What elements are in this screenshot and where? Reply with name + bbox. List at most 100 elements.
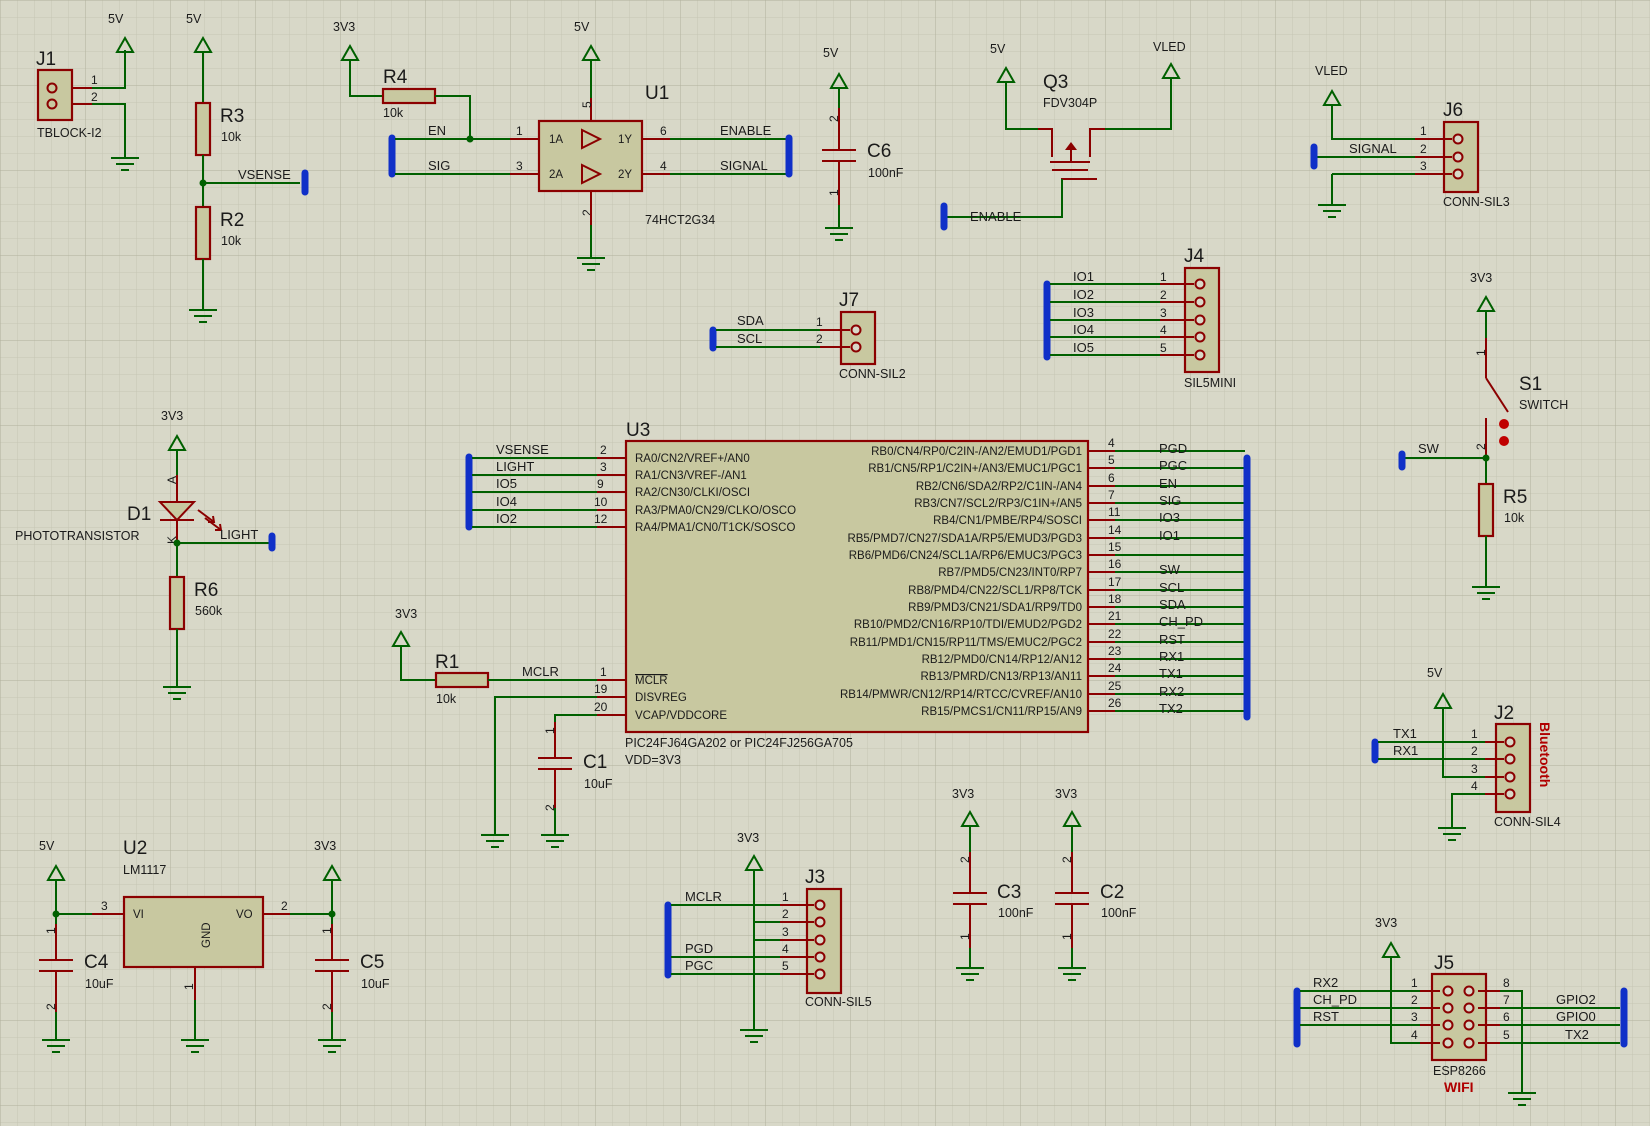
u3-pin-vcap: VCAP/VDDCORE: [635, 710, 727, 722]
u3-ref: U3: [626, 420, 650, 441]
net-chpd-j5: CH_PD: [1313, 992, 1357, 1007]
c5-ref: C5: [360, 952, 384, 973]
u3-pin-rb13: RB13/PMRD/CN13/RP13/AN11: [921, 671, 1083, 683]
net-pgc-j3: PGC: [685, 958, 713, 973]
u3-pin-ra3: RA3/PMA0/CN29/CLKO/OSCO: [635, 505, 796, 517]
u2-pnum-2: 2: [281, 899, 288, 913]
j5-pin-5: 5: [1503, 1028, 1510, 1042]
j4-pin-5: 5: [1160, 341, 1167, 355]
q3-ref: Q3: [1043, 72, 1068, 93]
u3-note: VDD=3V3: [625, 753, 681, 767]
u3-pnum-7: 7: [1108, 488, 1115, 502]
u3-pnum-2: 2: [600, 443, 607, 457]
power-label: 3V3: [333, 20, 355, 34]
u3-pin-rb3: RB3/CN7/SCL2/RP3/C1IN+/AN5: [914, 498, 1082, 510]
r1-value: 10k: [436, 692, 457, 706]
c6-pin-2: 2: [827, 115, 841, 122]
u3-pnum-20: 20: [594, 700, 608, 714]
u2-pnum-3: 3: [101, 899, 108, 913]
j4-pin-3: 3: [1160, 306, 1167, 320]
net-io2-j4: IO2: [1073, 287, 1094, 302]
net-gpio2-j5: GPIO2: [1556, 992, 1596, 1007]
u3-pnum-9: 9: [597, 477, 604, 491]
c3-ref: C3: [997, 882, 1021, 903]
power-label: 5V: [39, 839, 55, 853]
net-rx1-j2: RX1: [1393, 743, 1418, 758]
j6-pin-3: 3: [1420, 159, 1427, 173]
net-rx2-u3: RX2: [1159, 684, 1184, 699]
j5-pin-4: 4: [1411, 1028, 1418, 1042]
u3-microcontroller[interactable]: U3 RA0/CN2/VREF+/AN0 RA1/CN3/VREF-/AN1 R…: [594, 420, 1122, 767]
j5-value: ESP8266: [1433, 1064, 1486, 1078]
net-light-d1: LIGHT: [220, 527, 258, 542]
u3-pnum-23: 23: [1108, 644, 1122, 658]
net-en-u3: EN: [1159, 476, 1177, 491]
c5-pin-1: 1: [320, 927, 334, 934]
u3-pin-ra4: RA4/PMA1/CN0/T1CK/SOSCO: [635, 522, 795, 534]
net-io1-u3: IO1: [1159, 528, 1180, 543]
j1-pin-2: 2: [91, 90, 98, 104]
u1-pnum-3: 3: [516, 159, 523, 173]
j6-ref: J6: [1443, 100, 1463, 121]
u1-pnum-1: 1: [516, 124, 523, 138]
c6-value: 100nF: [868, 166, 904, 180]
j1-value: TBLOCK-I2: [37, 126, 102, 140]
net-sig: SIG: [428, 158, 450, 173]
c4-pin-2: 2: [44, 1003, 58, 1010]
j6-pin-2: 2: [1420, 142, 1427, 156]
power-label: 5V: [823, 46, 839, 60]
j3-pin-3: 3: [782, 925, 789, 939]
u2-value: LM1117: [123, 863, 166, 877]
j5-pin-6: 6: [1503, 1010, 1510, 1024]
u3-pin-rb4: RB4/CN1/PMBE/RP4/SOSCI: [933, 515, 1082, 527]
j2-pin-2: 2: [1471, 744, 1478, 758]
net-io4-u3: IO4: [496, 494, 517, 509]
u3-pin-rb14: RB14/PMWR/CN12/RP14/RTCC/CVREF/AN10: [840, 689, 1082, 701]
c1-value: 10uF: [584, 777, 613, 791]
u3-pin-rb15: RB15/PMCS1/CN11/RP15/AN9: [921, 706, 1082, 718]
net-mclr-u3: MCLR: [522, 664, 559, 679]
c3-pin-1: 1: [958, 933, 972, 940]
u3-pnum-11: 11: [1108, 505, 1121, 519]
u1-pin-2a: 2A: [549, 169, 563, 181]
s1-pin-1: 1: [1474, 349, 1488, 356]
net-signal-j6: SIGNAL: [1349, 141, 1397, 156]
net-io3-j4: IO3: [1073, 305, 1094, 320]
u3-pnum-18: 18: [1108, 592, 1122, 606]
j3-pin-5: 5: [782, 959, 789, 973]
c5-value: 10uF: [361, 977, 390, 991]
j3-pin-1: 1: [782, 890, 789, 904]
u3-pnum-4: 4: [1108, 436, 1115, 450]
r5-ref: R5: [1503, 487, 1527, 508]
d1-pin-a: A: [165, 476, 179, 484]
r5-value: 10k: [1504, 511, 1525, 525]
power-label: 3V3: [1375, 916, 1397, 930]
net-rx1-u3: RX1: [1159, 649, 1184, 664]
c4-pin-1: 1: [44, 927, 58, 934]
u3-pnum-16: 16: [1108, 557, 1122, 571]
u3-pin-ra1: RA1/CN3/VREF-/AN1: [635, 470, 747, 482]
net-signal: SIGNAL: [720, 158, 768, 173]
j3-pin-2: 2: [782, 907, 789, 921]
j4-pin-4: 4: [1160, 323, 1167, 337]
power-label: 3V3: [737, 831, 759, 845]
net-scl-u3: SCL: [1159, 580, 1184, 595]
u3-pnum-5: 5: [1108, 453, 1115, 467]
j5-label: WIFI: [1444, 1079, 1474, 1095]
u3-pin-rb5: RB5/PMD7/CN27/SDA1A/RP5/EMUD3/PGD3: [847, 533, 1082, 545]
j2-pin-3: 3: [1471, 762, 1478, 776]
power-label: 3V3: [952, 787, 974, 801]
j2-ref: J2: [1494, 703, 1514, 724]
u3-pin-ra0: RA0/CN2/VREF+/AN0: [635, 453, 750, 465]
c1-ref: C1: [583, 752, 607, 773]
c4-value: 10uF: [85, 977, 114, 991]
r3-ref: R3: [220, 106, 244, 127]
u3-pin-mclr: MCLR: [635, 675, 668, 687]
u3-pin-rb1: RB1/CN5/RP1/C2IN+/AN3/EMUC1/PGC1: [868, 463, 1082, 475]
net-sig-u3: SIG: [1159, 493, 1181, 508]
j5-pin-8: 8: [1503, 976, 1510, 990]
u3-pin-rb7: RB7/PMD5/CN23/INT0/RP7: [938, 567, 1082, 579]
net-vsense-u3: VSENSE: [496, 442, 549, 457]
power-label: 3V3: [1055, 787, 1077, 801]
u2-pin-vi: VI: [133, 909, 144, 921]
